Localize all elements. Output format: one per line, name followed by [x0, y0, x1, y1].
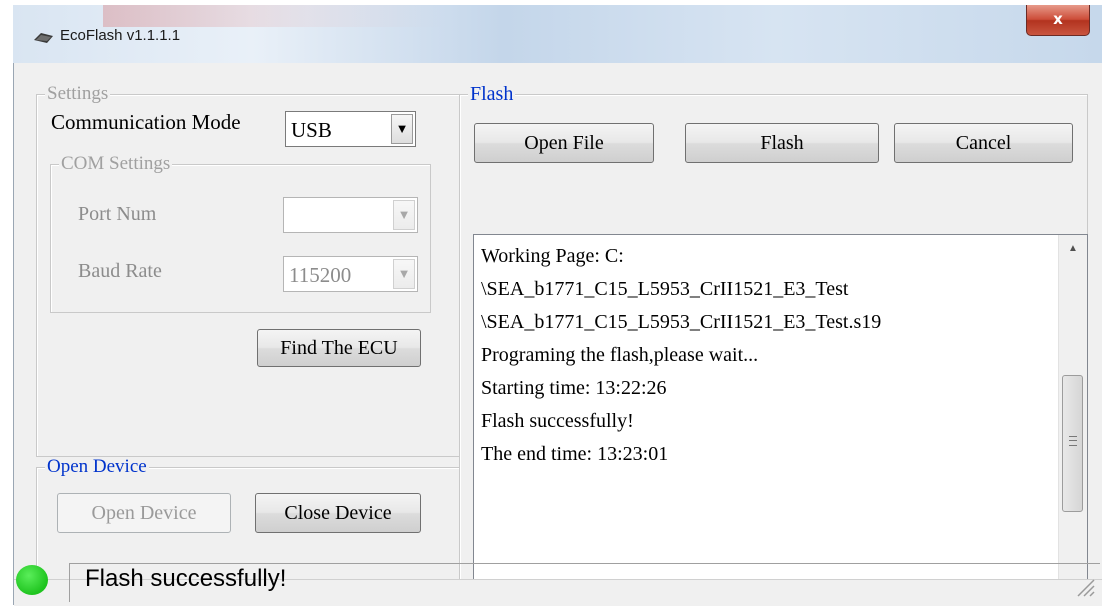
status-led-icon: [16, 565, 48, 595]
baud-rate-value: 115200: [289, 263, 352, 287]
log-lines: Working Page: C: \SEA_b1771_C15_L5953_Cr…: [481, 240, 881, 471]
chevron-down-icon[interactable]: ▼: [393, 200, 415, 230]
com-settings-legend: COM Settings: [59, 153, 173, 174]
scroll-up-icon[interactable]: ▲: [1059, 235, 1087, 261]
chip-icon: [34, 33, 53, 43]
comm-mode-select[interactable]: USB ▼: [285, 111, 416, 147]
chevron-down-icon[interactable]: ▼: [393, 259, 415, 289]
open-device-legend: Open Device: [45, 456, 149, 477]
chevron-down-icon[interactable]: ▼: [391, 114, 413, 144]
baud-rate-label: Baud Rate: [78, 260, 162, 282]
log-line: Flash successfully!: [481, 410, 634, 432]
cancel-button[interactable]: Cancel: [894, 123, 1073, 163]
log-line: Working Page: C:: [481, 245, 624, 267]
app-window: EcoFlash v1.1.1.1 x Settings Communicati…: [13, 5, 1102, 606]
baud-rate-select[interactable]: 115200 ▼: [283, 256, 418, 292]
settings-legend: Settings: [45, 83, 111, 104]
log-line: \SEA_b1771_C15_L5953_CrII1521_E3_Test.s1…: [481, 311, 882, 333]
comm-mode-value: USB: [291, 118, 332, 142]
flash-button[interactable]: Flash: [685, 123, 879, 163]
close-device-button[interactable]: Close Device: [255, 493, 421, 533]
log-line: Programing the flash,please wait...: [481, 344, 759, 366]
window-title: EcoFlash v1.1.1.1: [60, 27, 181, 44]
close-button[interactable]: x: [1026, 5, 1090, 36]
log-line: \SEA_b1771_C15_L5953_CrII1521_E3_Test: [481, 278, 849, 300]
open-device-button[interactable]: Open Device: [57, 493, 231, 533]
client-area: Settings Communication Mode USB ▼ COM Se…: [13, 63, 1102, 606]
log-textarea[interactable]: Working Page: C: \SEA_b1771_C15_L5953_Cr…: [473, 234, 1088, 601]
grip-lines-icon: [1069, 436, 1077, 446]
scroll-thumb[interactable]: [1062, 375, 1083, 512]
comm-mode-label: Communication Mode: [51, 110, 241, 134]
log-scrollbar[interactable]: ▲ ▼: [1058, 235, 1087, 600]
port-num-select[interactable]: ▼: [283, 197, 418, 233]
log-line: Starting time: 13:22:26: [481, 377, 667, 399]
resize-grip-icon[interactable]: [1074, 576, 1096, 598]
title-bar[interactable]: EcoFlash v1.1.1.1 x: [13, 5, 1102, 63]
log-line: The end time: 13:23:01: [481, 443, 669, 465]
port-num-label: Port Num: [78, 203, 157, 225]
flash-legend: Flash: [468, 83, 516, 105]
status-text: Flash successfully!: [85, 565, 287, 592]
find-ecu-button[interactable]: Find The ECU: [257, 329, 421, 367]
open-file-button[interactable]: Open File: [474, 123, 654, 163]
